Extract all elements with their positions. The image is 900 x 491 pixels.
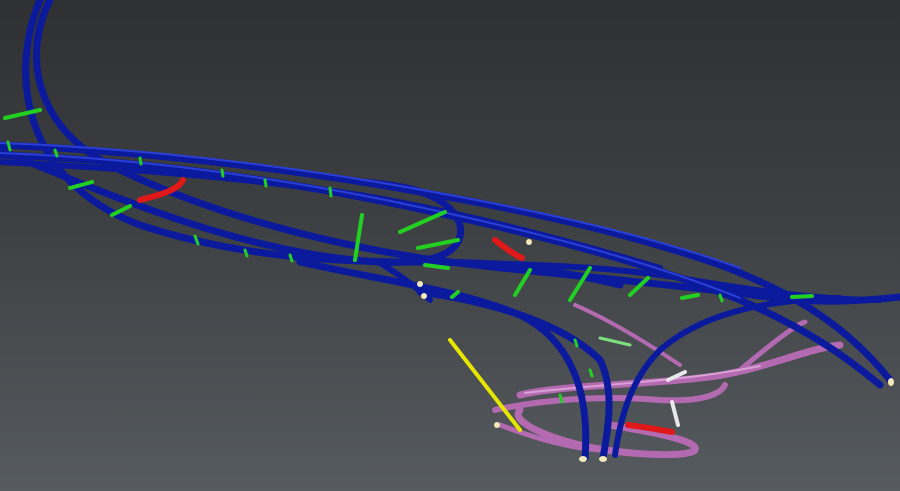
crosscut-tick-4 — [220, 168, 225, 178]
crosscut-4 — [353, 213, 364, 262]
3d-viewport[interactable] — [0, 0, 900, 491]
crosscut-5 — [398, 210, 447, 234]
ventilation-segment-center — [492, 237, 525, 261]
tube-end-cap-4 — [526, 239, 532, 245]
crosscut-11 — [680, 293, 700, 300]
tube-end-cap-2 — [599, 456, 607, 462]
main-drive-top-left-curve — [33, 0, 900, 305]
main-drive-south-branch-b — [416, 288, 613, 462]
main-drive-south-branch-a — [296, 258, 590, 462]
crosscut-tick-1 — [6, 140, 12, 152]
crosscut-8 — [513, 268, 532, 297]
tube-end-cap-5 — [417, 281, 423, 287]
crosscut-tick-11 — [588, 368, 594, 378]
tube-end-cap-6 — [421, 293, 427, 299]
crosscut-tick-3 — [138, 156, 143, 166]
mine-model-scene[interactable] — [0, 0, 900, 491]
crosscut-tick-9 — [288, 253, 294, 263]
shaft-yellow — [448, 338, 522, 432]
main-drive-long-mid — [0, 151, 884, 389]
tube-end-cap-1 — [579, 456, 587, 462]
decline-ramp-upper — [516, 341, 844, 399]
connector-lower — [670, 400, 680, 427]
ventilation-group — [137, 177, 675, 435]
crosscut-tick-5 — [328, 186, 333, 198]
crosscut-tick-6 — [263, 178, 268, 188]
tube-end-cap-3 — [888, 378, 894, 386]
main-drive-group — [0, 0, 900, 462]
crosscut-tick-12 — [558, 393, 564, 404]
tube-end-cap-7 — [494, 422, 500, 428]
crosscut-tick-8 — [243, 248, 249, 258]
crosscut-tick-2 — [53, 148, 59, 158]
crosscut-pale — [598, 336, 632, 347]
crosscut-tick-13 — [718, 293, 724, 303]
crosscut-12 — [790, 294, 814, 299]
crosscut-tick-10 — [573, 338, 579, 348]
